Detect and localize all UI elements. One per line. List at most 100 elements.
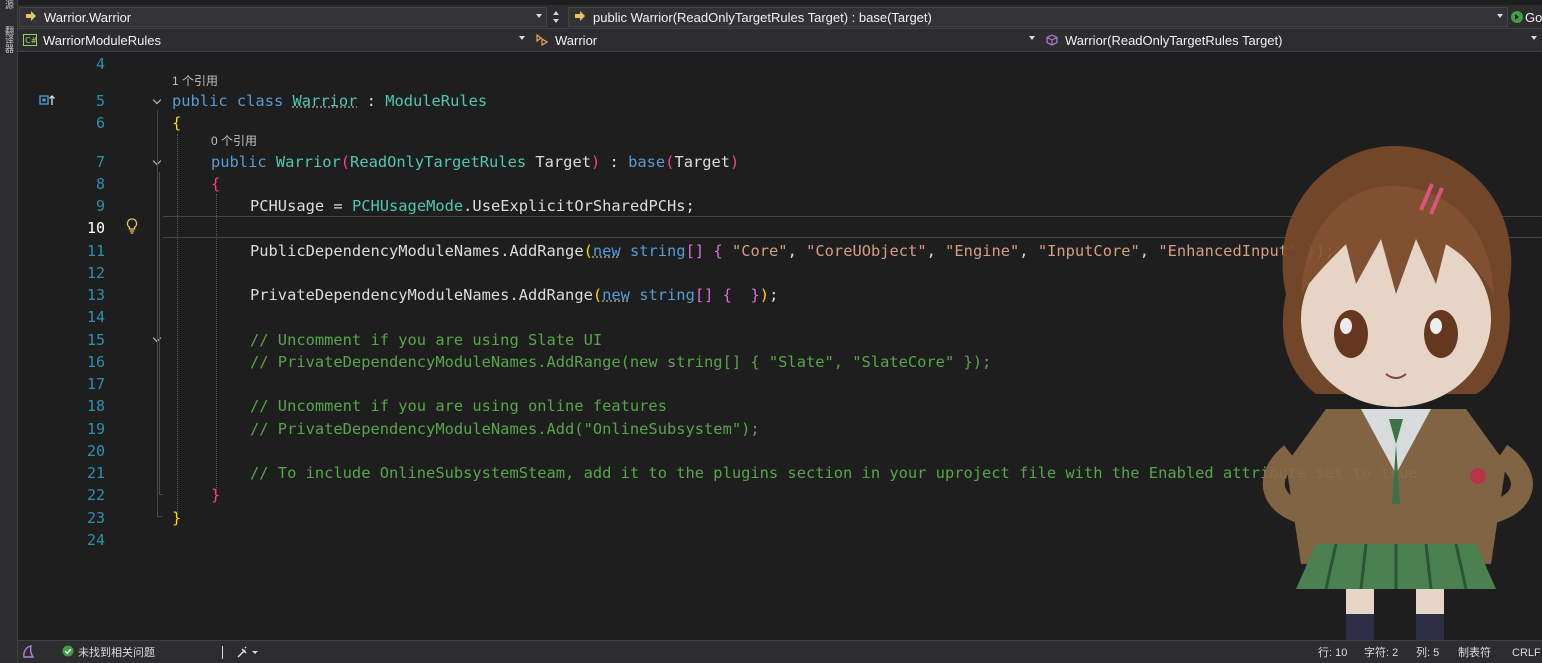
anime-character-background-image [1262,145,1533,640]
string-literal: "Core" [731,242,788,260]
brace: } [750,286,760,304]
property: PCHUsage [250,197,325,215]
tool-tab-source[interactable]: 源 [1,0,15,9]
string-literal: "CoreUObject" [806,242,927,260]
line-number: 5 [95,92,105,110]
method-cube-icon [1045,34,1059,46]
code-line-18: // Uncomment if you are using online fea… [250,397,667,415]
member-combo-label: public Warrior(ReadOnlyTargetRules Targe… [593,9,932,25]
line-number: 12 [86,264,105,282]
brackets: [] [694,286,714,304]
string-literal: "InputCore" [1037,242,1140,260]
arg-name: Target [674,153,731,171]
tabs-indicator[interactable]: 制表符 [1458,646,1491,660]
code-cleanup-icon[interactable] [236,645,258,663]
string-literal: "Engine" [945,242,1020,260]
code-navigation-bar: C# WarriorModuleRules Warrior Warrior(Re… [18,29,1542,52]
project-combo-label: Warrior.Warrior [44,9,132,25]
code-line-6: { [172,112,181,134]
class-combo-label: Warrior [555,32,598,48]
code-line-11: PublicDependencyModuleNames.AddRange(new… [250,240,1334,262]
keyword: base [628,153,666,171]
line-number: 16 [86,353,105,371]
chevron-down-icon [1497,14,1503,18]
fold-toggle-icon[interactable] [152,96,162,106]
top-navigation-bar: Warrior.Warrior public Warrior(ReadOnlyT… [18,5,1542,29]
keyword: public [172,92,228,110]
class-combo[interactable]: Warrior [531,30,1039,50]
enum-type: PCHUsageMode [351,197,464,215]
keyword: new [592,242,621,260]
project-combo[interactable]: Warrior.Warrior [19,7,547,27]
keyword: string [639,286,695,304]
code-line-13: PrivateDependencyModuleNames.AddRange(ne… [250,284,778,306]
file-combo[interactable]: C# WarriorModuleRules [19,30,529,50]
fold-line [159,172,160,494]
codelens-references[interactable]: 1 个引用 [172,73,218,89]
issues-status[interactable]: 未找到相关问题 [78,646,155,660]
tool-tab-translator[interactable]: 翻译器 [1,26,15,53]
paren: ( [592,286,603,304]
code-line-9: PCHUsage = PCHUsageMode.UseExplicitOrSha… [250,195,695,217]
brace: } [172,509,182,527]
char-indicator[interactable]: 字符: 2 [1364,646,1398,660]
code-line-23: } [172,507,181,529]
method-arrow-icon [573,11,587,23]
keyword: public [211,153,267,171]
col-indicator[interactable]: 列: 5 [1416,646,1439,660]
chevron-down-icon [519,36,525,40]
method-call: .AddRange [500,242,584,260]
lightbulb-icon[interactable] [125,217,139,235]
keyword: new [602,286,630,304]
brace: { [172,114,182,132]
line-number: 11 [86,242,105,260]
status-bar: 未找到相关问题 行: 10 字符: 2 列: 5 制表符 CRLF [18,640,1542,663]
base-type: ModuleRules [385,92,488,110]
no-issues-icon [62,645,74,661]
paren: ( [583,242,593,260]
constructor-name: Warrior [275,153,341,171]
line-number: 23 [86,509,105,527]
line-number: 14 [86,308,105,326]
chevron-down-icon [1531,36,1537,40]
keyword: class [236,92,284,110]
fold-end [159,494,163,495]
override-glyph-icon[interactable] [39,92,57,106]
member-scope-combo[interactable]: Warrior(ReadOnlyTargetRules Target) [1041,30,1541,50]
csharp-file-icon: C# [23,34,38,46]
member-combo[interactable]: public Warrior(ReadOnlyTargetRules Targe… [568,7,1508,27]
line-number: 7 [95,153,105,171]
line-number: 20 [86,442,105,460]
brace: { [211,175,221,193]
line-indicator[interactable]: 行: 10 [1318,646,1347,660]
go-label: Go [1525,9,1542,25]
paren: ) [730,153,740,171]
code-line-5: public class Warrior : ModuleRules [172,90,487,112]
operator: = [324,197,352,215]
line-number: 4 [95,55,105,73]
class-name: Warrior [292,92,358,110]
fold-end [157,516,162,517]
brace: { [713,242,723,260]
code-line-7: public Warrior(ReadOnlyTargetRules Targe… [211,151,739,173]
chevron-down-icon [1029,36,1035,40]
svg-text:C#: C# [25,36,37,45]
go-button[interactable]: Go [1510,7,1542,27]
indent-guide [177,134,178,514]
chevron-down-icon [536,14,542,18]
eol-indicator[interactable]: CRLF [1512,646,1541,660]
line-number: 9 [95,197,105,215]
paren: ) [759,286,770,304]
brace: } [211,486,221,504]
method-arrow-icon [24,11,38,23]
codelens-references[interactable]: 0 个引用 [211,133,257,149]
code-editor[interactable]: 4 5 6 7 8 9 10 11 12 13 14 15 16 17 18 1… [18,52,1542,640]
semicolon: ; [769,286,779,304]
split-stepper[interactable] [548,7,564,27]
copilot-icon[interactable] [22,645,35,663]
enum-member: .UseExplicitOrSharedPCHs; [463,197,695,215]
paren: ( [340,153,351,171]
keyword: string [629,242,686,260]
member-scope-combo-label: Warrior(ReadOnlyTargetRules Target) [1065,32,1283,48]
indent-guide [216,194,217,492]
